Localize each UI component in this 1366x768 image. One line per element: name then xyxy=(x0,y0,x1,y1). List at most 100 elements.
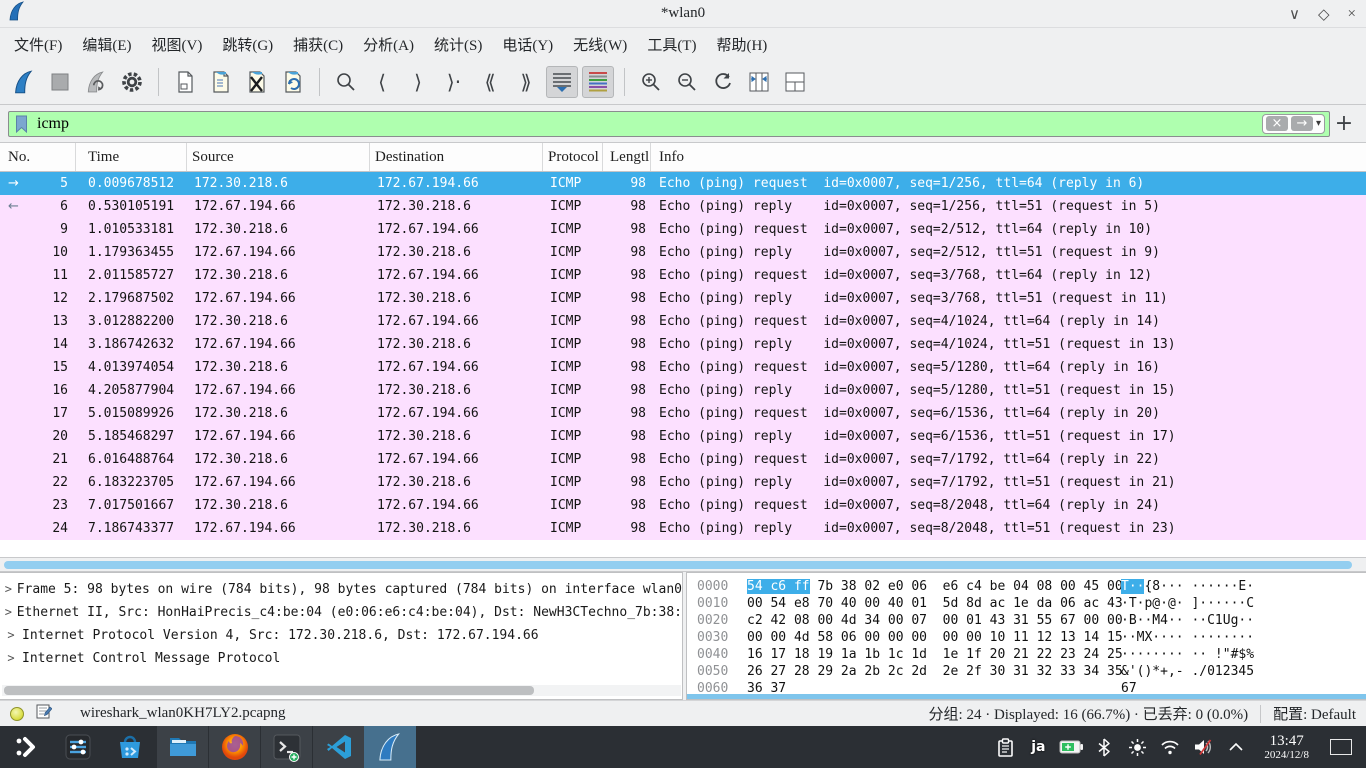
packet-row[interactable]: 24 7.186743377 172.67.194.66 172.30.218.… xyxy=(0,517,1366,540)
capture-filename[interactable]: wireshark_wlan0KH7LY2.pcapng xyxy=(80,705,286,722)
clipboard-icon[interactable] xyxy=(992,734,1018,760)
detail-tree-row[interactable]: > Internet Control Message Protocol xyxy=(0,647,682,670)
packet-row[interactable]: 22 6.183223705 172.67.194.66 172.30.218.… xyxy=(0,471,1366,494)
layout-123-icon[interactable] xyxy=(779,66,811,98)
hex-line-selected[interactable]: 0000 54 c6 ff 7b 38 02 e0 06 e6 c4 be 04… xyxy=(687,578,1366,595)
close-button[interactable]: × xyxy=(1348,6,1356,23)
zoom-reset-icon[interactable] xyxy=(707,66,739,98)
vscode-icon[interactable] xyxy=(312,726,364,768)
packet-row[interactable]: 9 1.010533181 172.30.218.6 172.67.194.66… xyxy=(0,218,1366,241)
input-method-icon[interactable]: ja xyxy=(1025,734,1051,760)
column-header-source[interactable]: Source xyxy=(187,143,370,171)
menu-item[interactable]: 视图(V) xyxy=(142,30,213,59)
minimize-button[interactable]: ∨ xyxy=(1289,5,1300,24)
menu-item[interactable]: 电话(Y) xyxy=(492,30,563,59)
terminal-icon[interactable] xyxy=(260,726,312,768)
system-settings-icon[interactable] xyxy=(52,726,104,768)
column-header-protocol[interactable]: Protocol xyxy=(543,143,603,171)
packet-row[interactable]: 20 5.185468297 172.67.194.66 172.30.218.… xyxy=(0,425,1366,448)
menu-item[interactable]: 捕获(C) xyxy=(283,30,353,59)
expand-chevron-icon[interactable]: > xyxy=(0,578,17,601)
hex-line[interactable]: 0050 26 27 28 29 2a 2b 2c 2d 2e 2f 30 31… xyxy=(687,663,1366,680)
firefox-icon[interactable] xyxy=(208,726,260,768)
app-launcher-icon[interactable] xyxy=(0,726,52,768)
wifi-icon[interactable] xyxy=(1157,734,1183,760)
packet-row[interactable]: 21 6.016488764 172.30.218.6 172.67.194.6… xyxy=(0,448,1366,471)
detail-tree-row[interactable]: > Internet Protocol Version 4, Src: 172.… xyxy=(0,624,682,647)
reload-file-icon[interactable] xyxy=(277,66,309,98)
save-file-icon[interactable] xyxy=(205,66,237,98)
stop-capture-icon[interactable] xyxy=(44,66,76,98)
bluetooth-icon[interactable] xyxy=(1091,734,1117,760)
packet-row[interactable]: 23 7.017501667 172.30.218.6 172.67.194.6… xyxy=(0,494,1366,517)
hex-line[interactable]: 0040 16 17 18 19 1a 1b 1c 1d 1e 1f 20 21… xyxy=(687,646,1366,663)
packet-row[interactable]: 13 3.012882200 172.30.218.6 172.67.194.6… xyxy=(0,310,1366,333)
display-filter-input[interactable] xyxy=(37,112,1249,136)
zoom-in-icon[interactable] xyxy=(635,66,667,98)
packet-row[interactable]: 17 5.015089926 172.30.218.6 172.67.194.6… xyxy=(0,402,1366,425)
hex-line[interactable]: 0010 00 54 e8 70 40 00 40 01 5d 8d ac 1e… xyxy=(687,595,1366,612)
maximize-button[interactable]: ◇ xyxy=(1318,5,1330,24)
column-header-length[interactable]: Lengtl xyxy=(603,143,651,171)
auto-scroll-icon[interactable] xyxy=(546,66,578,98)
packet-row[interactable]: 16 4.205877904 172.67.194.66 172.30.218.… xyxy=(0,379,1366,402)
restart-capture-icon[interactable] xyxy=(80,66,112,98)
wireshark-taskbar-icon[interactable] xyxy=(364,726,416,768)
menu-item[interactable]: 帮助(H) xyxy=(706,30,777,59)
menu-item[interactable]: 统计(S) xyxy=(424,30,492,59)
packet-row[interactable]: 14 3.186742632 172.67.194.66 172.30.218.… xyxy=(0,333,1366,356)
packet-row[interactable]: 15 4.013974054 172.30.218.6 172.67.194.6… xyxy=(0,356,1366,379)
go-to-packet-icon[interactable]: ⟩· xyxy=(438,66,470,98)
filter-apply-icon[interactable]: → xyxy=(1291,116,1313,131)
previous-packet-icon[interactable]: ⟨ xyxy=(366,66,398,98)
filter-bookmark-icon[interactable] xyxy=(15,115,28,138)
first-packet-icon[interactable]: ⟪ xyxy=(474,66,506,98)
expand-chevron-icon[interactable]: > xyxy=(0,601,17,624)
zoom-out-icon[interactable] xyxy=(671,66,703,98)
filter-clear-icon[interactable]: × xyxy=(1266,116,1288,131)
packet-row[interactable]: 10 1.179363455 172.67.194.66 172.30.218.… xyxy=(0,241,1366,264)
expand-tray-icon[interactable] xyxy=(1223,734,1249,760)
last-packet-icon[interactable]: ⟫ xyxy=(510,66,542,98)
find-packet-icon[interactable] xyxy=(330,66,362,98)
menu-item[interactable]: 文件(F) xyxy=(4,30,72,59)
packet-row[interactable]: ← 6 0.530105191 172.67.194.66 172.30.218… xyxy=(0,195,1366,218)
column-header-info[interactable]: Info xyxy=(651,143,1366,171)
packet-list-horizontal-scrollbar[interactable] xyxy=(0,558,1366,572)
menu-item[interactable]: 分析(A) xyxy=(353,30,424,59)
menu-item[interactable]: 跳转(G) xyxy=(212,30,283,59)
hex-line[interactable]: 0030 00 00 4d 58 06 00 00 00 00 00 10 11… xyxy=(687,629,1366,646)
column-header-destination[interactable]: Destination xyxy=(370,143,543,171)
expand-chevron-icon[interactable]: > xyxy=(0,624,22,647)
colorize-icon[interactable] xyxy=(582,66,614,98)
detail-tree-row[interactable]: > Frame 5: 98 bytes on wire (784 bits), … xyxy=(0,578,682,601)
detail-tree-row[interactable]: > Ethernet II, Src: HonHaiPrecis_c4:be:0… xyxy=(0,601,682,624)
scrollbar-thumb[interactable] xyxy=(4,561,1352,569)
resize-columns-icon[interactable] xyxy=(743,66,775,98)
details-horizontal-scrollbar[interactable] xyxy=(2,685,681,696)
capture-comment-icon[interactable] xyxy=(36,703,52,724)
expert-info-icon[interactable] xyxy=(10,707,24,721)
file-manager-icon[interactable] xyxy=(156,726,208,768)
packet-row[interactable]: 12 2.179687502 172.67.194.66 172.30.218.… xyxy=(0,287,1366,310)
packet-row[interactable]: 11 2.011585727 172.30.218.6 172.67.194.6… xyxy=(0,264,1366,287)
column-header-time[interactable]: Time xyxy=(76,143,187,171)
display-filter-field[interactable]: × → ▾ xyxy=(8,111,1330,137)
menu-item[interactable]: 无线(W) xyxy=(563,30,637,59)
clock[interactable]: 13:47 2024/12/8 xyxy=(1264,733,1309,762)
filter-dropdown-icon[interactable]: ▾ xyxy=(1316,118,1321,129)
brightness-icon[interactable] xyxy=(1124,734,1150,760)
next-packet-icon[interactable]: ⟩ xyxy=(402,66,434,98)
hex-line[interactable]: 0020 c2 42 08 00 4d 34 00 07 00 01 43 31… xyxy=(687,612,1366,629)
battery-icon[interactable] xyxy=(1058,734,1084,760)
column-header-no[interactable]: No. xyxy=(0,143,76,171)
show-desktop-button[interactable] xyxy=(1330,739,1352,755)
volume-muted-icon[interactable] xyxy=(1190,734,1216,760)
profile-label[interactable]: 配置: Default xyxy=(1273,703,1356,724)
hex-horizontal-scrollbar[interactable] xyxy=(687,694,1366,699)
filter-add-button[interactable]: + xyxy=(1330,111,1358,137)
open-file-icon[interactable] xyxy=(169,66,201,98)
discover-icon[interactable] xyxy=(104,726,156,768)
packet-row[interactable]: → 5 0.009678512 172.30.218.6 172.67.194.… xyxy=(0,172,1366,195)
scrollbar-thumb[interactable] xyxy=(4,686,534,695)
